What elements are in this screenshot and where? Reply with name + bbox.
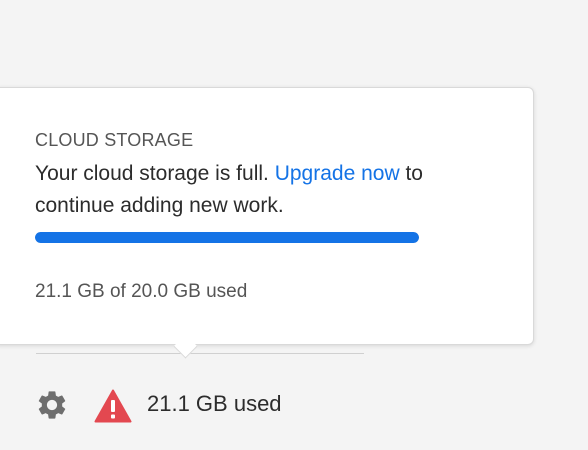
divider bbox=[36, 353, 364, 354]
warning-triangle-icon bbox=[94, 389, 132, 423]
gear-icon[interactable] bbox=[35, 388, 69, 422]
cloud-storage-popover: CLOUD STORAGE Your cloud storage is full… bbox=[0, 87, 534, 345]
message-text-before: Your cloud storage is full. bbox=[35, 162, 275, 185]
storage-used-status: 21.1 GB used bbox=[147, 391, 282, 416]
storage-progress-bar bbox=[35, 232, 419, 243]
popover-heading: CLOUD STORAGE bbox=[35, 130, 194, 150]
storage-progress-fill bbox=[35, 232, 419, 243]
storage-usage-detail: 21.1 GB of 20.0 GB used bbox=[35, 281, 248, 302]
upgrade-now-link[interactable]: Upgrade now bbox=[275, 162, 400, 185]
popover-message: Your cloud storage is full. Upgrade now … bbox=[35, 158, 505, 222]
